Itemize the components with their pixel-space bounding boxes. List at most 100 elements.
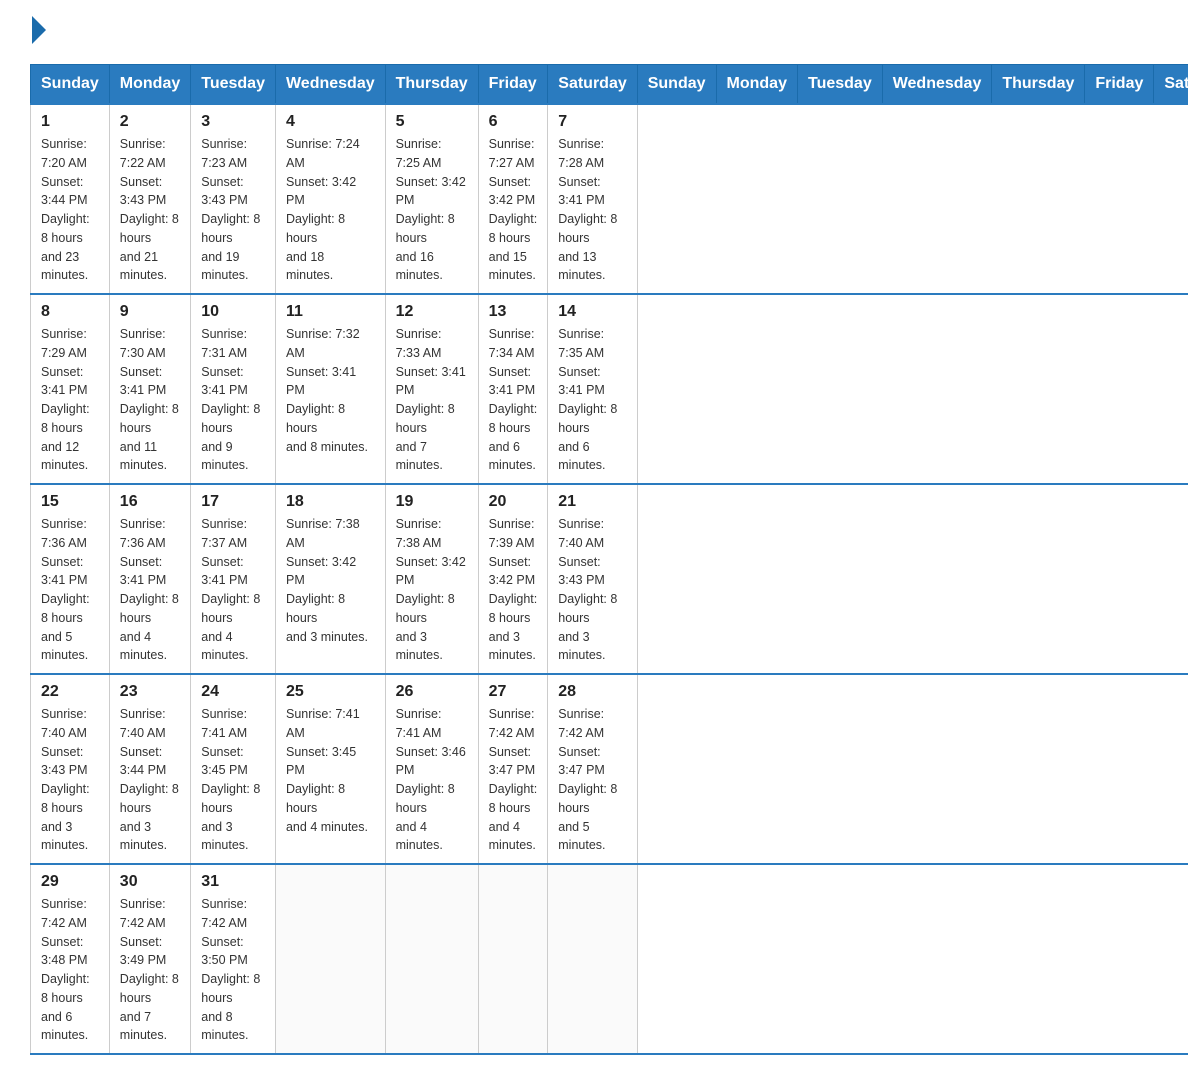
day-info: Sunrise: 7:38 AMSunset: 3:42 PMDaylight:… [286,515,375,646]
day-info: Sunrise: 7:41 AMSunset: 3:46 PMDaylight:… [396,705,468,855]
day-info: Sunrise: 7:28 AMSunset: 3:41 PMDaylight:… [558,135,626,285]
calendar-cell: 3Sunrise: 7:23 AMSunset: 3:43 PMDaylight… [191,104,276,294]
calendar-cell [548,864,637,1054]
col-header-wednesday: Wednesday [882,65,992,105]
day-number: 16 [120,493,180,511]
col-header-monday: Monday [109,65,190,105]
day-info: Sunrise: 7:30 AMSunset: 3:41 PMDaylight:… [120,325,180,475]
day-number: 4 [286,113,375,131]
day-info: Sunrise: 7:41 AMSunset: 3:45 PMDaylight:… [286,705,375,836]
calendar-row-5: 29Sunrise: 7:42 AMSunset: 3:48 PMDayligh… [31,864,1188,1054]
day-info: Sunrise: 7:27 AMSunset: 3:42 PMDaylight:… [489,135,538,285]
calendar-cell: 4Sunrise: 7:24 AMSunset: 3:42 PMDaylight… [275,104,385,294]
day-number: 19 [396,493,468,511]
day-info: Sunrise: 7:33 AMSunset: 3:41 PMDaylight:… [396,325,468,475]
col-header-thursday: Thursday [385,65,478,105]
day-number: 6 [489,113,538,131]
calendar-cell: 21 Sunrise: 7:40 AMSunset: 3:43 PMDayligh… [548,484,637,674]
day-info: Sunrise: 7:23 AMSunset: 3:43 PMDaylight:… [201,135,265,285]
calendar-cell: 19 Sunrise: 7:38 AMSunset: 3:42 PMDayligh… [385,484,478,674]
calendar-cell: 5 Sunrise: 7:25 AMSunset: 3:42 PMDaylight… [385,104,478,294]
calendar-cell: 12 Sunrise: 7:33 AMSunset: 3:41 PMDayligh… [385,294,478,484]
calendar-cell: 26 Sunrise: 7:41 AMSunset: 3:46 PMDayligh… [385,674,478,864]
day-info: Sunrise: 7:25 AMSunset: 3:42 PMDaylight:… [396,135,468,285]
logo [30,20,46,44]
calendar-cell [385,864,478,1054]
day-number: 31 [201,873,265,891]
day-info: Sunrise: 7:35 AMSunset: 3:41 PMDaylight:… [558,325,626,475]
logo-arrow-icon [32,16,46,44]
day-info: Sunrise: 7:32 AMSunset: 3:41 PMDaylight:… [286,325,375,456]
calendar-cell: 28Sunrise: 7:42 AMSunset: 3:47 PMDayligh… [548,674,637,864]
day-number: 26 [396,683,468,701]
day-info: Sunrise: 7:42 AMSunset: 3:47 PMDaylight:… [558,705,626,855]
col-header-sunday: Sunday [31,65,110,105]
calendar-cell [478,864,548,1054]
day-number: 22 [41,683,99,701]
day-number: 25 [286,683,375,701]
calendar-cell: 22 Sunrise: 7:40 AMSunset: 3:43 PMDayligh… [31,674,110,864]
col-header-tuesday: Tuesday [191,65,276,105]
day-number: 29 [41,873,99,891]
day-number: 2 [120,113,180,131]
day-number: 17 [201,493,265,511]
day-number: 11 [286,303,375,321]
page-header [30,20,1158,44]
calendar-cell: 14Sunrise: 7:35 AMSunset: 3:41 PMDayligh… [548,294,637,484]
calendar-cell: 2Sunrise: 7:22 AMSunset: 3:43 PMDaylight… [109,104,190,294]
day-info: Sunrise: 7:38 AMSunset: 3:42 PMDaylight:… [396,515,468,665]
day-info: Sunrise: 7:40 AMSunset: 3:43 PMDaylight:… [558,515,626,665]
day-info: Sunrise: 7:42 AMSunset: 3:47 PMDaylight:… [489,705,538,855]
day-number: 24 [201,683,265,701]
day-info: Sunrise: 7:20 AMSunset: 3:44 PMDaylight:… [41,135,99,285]
day-info: Sunrise: 7:40 AMSunset: 3:44 PMDaylight:… [120,705,180,855]
calendar-row-3: 15 Sunrise: 7:36 AMSunset: 3:41 PMDayligh… [31,484,1188,674]
calendar-cell: 6 Sunrise: 7:27 AMSunset: 3:42 PMDaylight… [478,104,548,294]
calendar-cell: 1Sunrise: 7:20 AMSunset: 3:44 PMDaylight… [31,104,110,294]
day-number: 10 [201,303,265,321]
day-info: Sunrise: 7:40 AMSunset: 3:43 PMDaylight:… [41,705,99,855]
col-header-friday: Friday [1085,65,1154,105]
day-info: Sunrise: 7:39 AMSunset: 3:42 PMDaylight:… [489,515,538,665]
calendar-cell: 18 Sunrise: 7:38 AMSunset: 3:42 PMDayligh… [275,484,385,674]
day-number: 21 [558,493,626,511]
col-header-saturday: Saturday [548,65,637,105]
header-row: SundayMondayTuesdayWednesdayThursdayFrid… [31,65,1188,105]
calendar-cell: 7 Sunrise: 7:28 AMSunset: 3:41 PMDaylight… [548,104,637,294]
calendar-row-2: 8 Sunrise: 7:29 AMSunset: 3:41 PMDaylight… [31,294,1188,484]
col-header-tuesday: Tuesday [797,65,882,105]
calendar-cell: 31Sunrise: 7:42 AMSunset: 3:50 PMDayligh… [191,864,276,1054]
calendar-cell: 24 Sunrise: 7:41 AMSunset: 3:45 PMDayligh… [191,674,276,864]
day-number: 23 [120,683,180,701]
calendar-cell: 13 Sunrise: 7:34 AMSunset: 3:41 PMDayligh… [478,294,548,484]
day-info: Sunrise: 7:37 AMSunset: 3:41 PMDaylight:… [201,515,265,665]
calendar-row-1: 1Sunrise: 7:20 AMSunset: 3:44 PMDaylight… [31,104,1188,294]
day-info: Sunrise: 7:41 AMSunset: 3:45 PMDaylight:… [201,705,265,855]
col-header-sunday: Sunday [637,65,716,105]
day-number: 18 [286,493,375,511]
calendar-cell: 17 Sunrise: 7:37 AMSunset: 3:41 PMDayligh… [191,484,276,674]
day-number: 12 [396,303,468,321]
day-number: 5 [396,113,468,131]
calendar-cell: 27 Sunrise: 7:42 AMSunset: 3:47 PMDayligh… [478,674,548,864]
day-number: 27 [489,683,538,701]
day-info: Sunrise: 7:36 AMSunset: 3:41 PMDaylight:… [41,515,99,665]
day-number: 20 [489,493,538,511]
calendar-cell: 11 Sunrise: 7:32 AMSunset: 3:41 PMDayligh… [275,294,385,484]
day-number: 30 [120,873,180,891]
day-info: Sunrise: 7:34 AMSunset: 3:41 PMDaylight:… [489,325,538,475]
col-header-thursday: Thursday [992,65,1085,105]
calendar-cell [275,864,385,1054]
day-number: 8 [41,303,99,321]
calendar-row-4: 22 Sunrise: 7:40 AMSunset: 3:43 PMDayligh… [31,674,1188,864]
calendar-cell: 9 Sunrise: 7:30 AMSunset: 3:41 PMDaylight… [109,294,190,484]
calendar-cell: 8 Sunrise: 7:29 AMSunset: 3:41 PMDaylight… [31,294,110,484]
day-number: 9 [120,303,180,321]
day-info: Sunrise: 7:29 AMSunset: 3:41 PMDaylight:… [41,325,99,475]
calendar-cell: 25 Sunrise: 7:41 AMSunset: 3:45 PMDayligh… [275,674,385,864]
calendar-cell: 15 Sunrise: 7:36 AMSunset: 3:41 PMDayligh… [31,484,110,674]
day-number: 15 [41,493,99,511]
day-number: 13 [489,303,538,321]
day-number: 7 [558,113,626,131]
calendar-cell: 10Sunrise: 7:31 AMSunset: 3:41 PMDayligh… [191,294,276,484]
